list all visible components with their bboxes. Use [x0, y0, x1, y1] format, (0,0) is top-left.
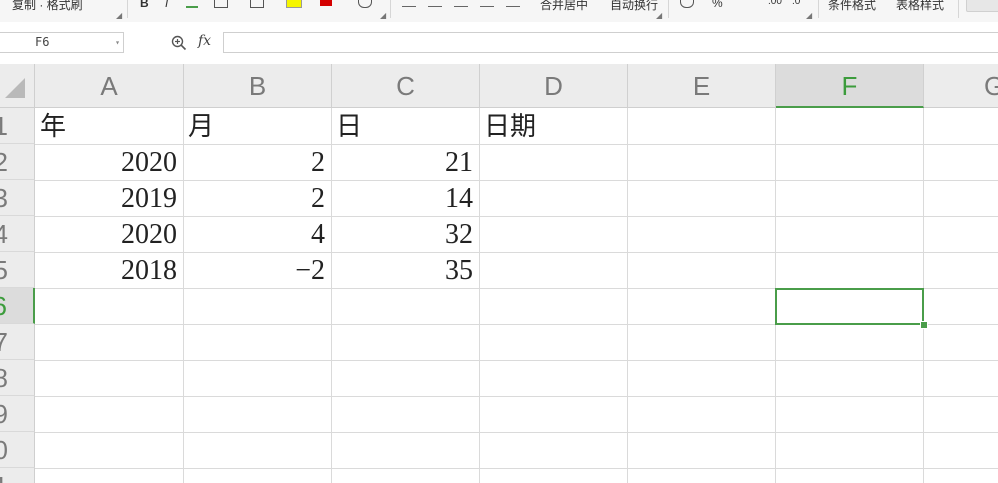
formula-bar: F6 ▾ fx	[0, 22, 998, 62]
conditional-format-button[interactable]: 条件格式	[828, 0, 876, 13]
column-header-c[interactable]: C	[332, 64, 480, 108]
italic-button[interactable]: I	[165, 0, 168, 10]
border-icon[interactable]	[214, 0, 228, 8]
merge-center-button[interactable]: 合并居中	[540, 0, 588, 13]
spreadsheet-grid[interactable]: A B C D E F G 1 2 3 4 5 6 7 8 9 10 11 年 …	[0, 64, 998, 483]
ribbon-toolbar: 复制 · 格式刷 ◢ B I ◢ 合并居中 自动换行 ◢ % .00 .0 ◢ …	[0, 0, 998, 23]
cell-a1[interactable]: 年	[35, 108, 183, 144]
fill-color-icon[interactable]	[286, 0, 302, 8]
gridline	[35, 468, 998, 469]
ribbon-separator	[127, 0, 128, 18]
cell-c2[interactable]: 21	[331, 144, 479, 180]
cell-b3[interactable]: 2	[183, 180, 331, 216]
fill-handle[interactable]	[920, 321, 928, 329]
cell-c3[interactable]: 14	[331, 180, 479, 216]
cell-c4[interactable]: 32	[331, 216, 479, 252]
cell-b5[interactable]: −2	[183, 252, 331, 288]
row-header-11[interactable]: 11	[0, 468, 35, 483]
row-header-4[interactable]: 4	[0, 216, 35, 252]
gridline	[35, 432, 998, 433]
ribbon-separator	[668, 0, 669, 18]
cell-b2[interactable]: 2	[183, 144, 331, 180]
number-group-expand-icon[interactable]: ◢	[806, 11, 812, 20]
font-color-icon[interactable]	[320, 0, 332, 6]
active-cell-selection[interactable]	[775, 288, 924, 325]
cell-b4[interactable]: 4	[183, 216, 331, 252]
wrap-text-button[interactable]: 自动换行	[610, 0, 658, 13]
cell-b1[interactable]: 月	[183, 108, 331, 144]
cell-a2[interactable]: 2020	[35, 144, 183, 180]
align-center-icon[interactable]	[506, 0, 520, 7]
row-header-7[interactable]: 7	[0, 324, 35, 360]
cell-a5[interactable]: 2018	[35, 252, 183, 288]
cell-a4[interactable]: 2020	[35, 216, 183, 252]
zoom-icon[interactable]	[171, 35, 187, 51]
table-style-button[interactable]: 表格样式	[896, 0, 944, 13]
cell-border-icon[interactable]	[250, 0, 264, 8]
cell-a3[interactable]: 2019	[35, 180, 183, 216]
row-header-5[interactable]: 5	[0, 252, 35, 288]
row-header-10[interactable]: 10	[0, 432, 35, 468]
align-group-expand-icon[interactable]: ◢	[656, 11, 662, 20]
select-all-icon	[5, 78, 25, 98]
column-header-e[interactable]: E	[628, 64, 776, 108]
row-header-6[interactable]: 6	[0, 288, 35, 324]
align-bottom-icon[interactable]	[454, 0, 468, 7]
increase-decimal-icon[interactable]: .00	[768, 0, 782, 7]
decrease-decimal-icon[interactable]: .0	[792, 0, 800, 7]
align-top-icon[interactable]	[402, 0, 416, 7]
bold-button[interactable]: B	[140, 0, 149, 10]
formula-input[interactable]	[223, 32, 998, 53]
gridline	[479, 108, 480, 483]
align-middle-icon[interactable]	[428, 0, 442, 7]
name-box[interactable]: F6 ▾	[0, 32, 124, 53]
ribbon-more-button[interactable]	[966, 0, 998, 12]
ribbon-group-expand-icon[interactable]: ◢	[116, 11, 122, 20]
column-header-a[interactable]: A	[35, 64, 184, 108]
name-box-dropdown-icon[interactable]: ▾	[115, 33, 120, 52]
align-left-icon[interactable]	[480, 0, 494, 7]
ribbon-separator	[818, 0, 819, 18]
select-all-corner[interactable]	[0, 64, 35, 108]
fx-icon[interactable]: fx	[198, 33, 211, 49]
column-header-b[interactable]: B	[184, 64, 332, 108]
ribbon-copy-format[interactable]: 复制 · 格式刷	[12, 0, 83, 13]
column-header-d[interactable]: D	[480, 64, 628, 108]
row-header-8[interactable]: 8	[0, 360, 35, 396]
row-header-1[interactable]: 1	[0, 108, 35, 144]
clear-icon[interactable]	[358, 0, 372, 8]
cell-c5[interactable]: 35	[331, 252, 479, 288]
column-header-g[interactable]: G	[924, 64, 998, 108]
cell-c1[interactable]: 日	[331, 108, 479, 144]
row-header-2[interactable]: 2	[0, 144, 35, 180]
ribbon-separator	[390, 0, 391, 18]
currency-icon[interactable]	[680, 0, 694, 8]
cell-d1[interactable]: 日期	[479, 108, 627, 144]
font-group-expand-icon[interactable]: ◢	[380, 11, 386, 20]
gridline	[627, 108, 628, 483]
underline-icon[interactable]	[186, 0, 198, 8]
row-header-9[interactable]: 9	[0, 396, 35, 432]
row-header-3[interactable]: 3	[0, 180, 35, 216]
gridline	[35, 396, 998, 397]
name-box-value: F6	[35, 35, 50, 49]
percent-icon[interactable]: %	[712, 0, 723, 10]
gridline	[35, 360, 998, 361]
column-header-f[interactable]: F	[776, 64, 924, 108]
ribbon-separator	[958, 0, 959, 18]
